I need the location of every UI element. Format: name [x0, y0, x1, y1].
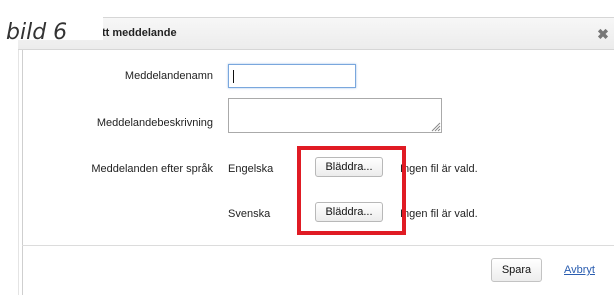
resize-grip-icon[interactable]: [431, 122, 441, 132]
message-name-input[interactable]: [228, 64, 356, 88]
cancel-link[interactable]: Avbryt: [564, 264, 595, 276]
highlight-box: [297, 146, 406, 235]
dialog-title: tt meddelande: [102, 27, 177, 39]
footer-divider: [22, 245, 614, 246]
file-status-swedish: Ingen fil är vald.: [400, 208, 478, 220]
name-label: Meddelandenamn: [124, 70, 213, 82]
per-language-label: Meddelanden efter språk: [91, 163, 213, 175]
language-english: Engelska: [228, 163, 274, 175]
dialog-outer-edge: [18, 50, 19, 295]
dialog-left-border: [22, 50, 23, 295]
close-icon[interactable]: ✖: [595, 26, 611, 42]
message-description-textarea[interactable]: [228, 98, 442, 133]
save-button[interactable]: Spara: [491, 258, 542, 282]
figure-tag: bild 6: [0, 9, 103, 45]
description-label: Meddelandebeskrivning: [96, 117, 213, 129]
file-status-english: Ingen fil är vald.: [400, 163, 478, 175]
text-caret: [233, 70, 234, 83]
language-swedish: Svenska: [228, 208, 271, 220]
figure-tag-label: bild 6: [6, 20, 68, 45]
